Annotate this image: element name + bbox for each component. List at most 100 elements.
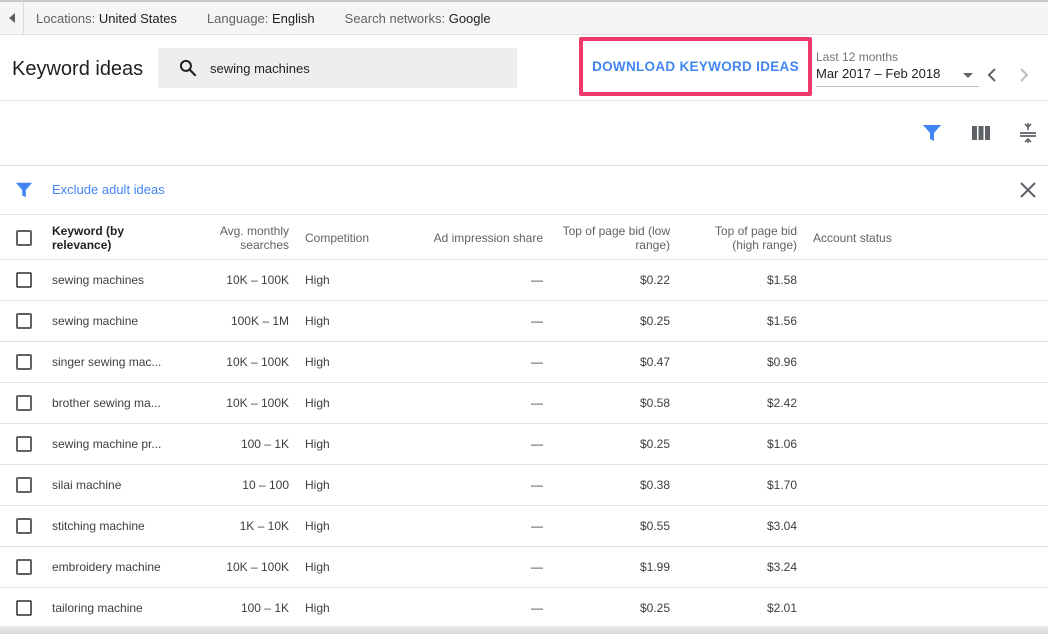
keyword-cell: brother sewing ma... bbox=[52, 396, 161, 410]
competition-cell: High bbox=[305, 519, 330, 533]
row-checkbox[interactable] bbox=[16, 354, 32, 370]
keyword-cell: tailoring machine bbox=[52, 601, 143, 615]
impression-share-cell: — bbox=[531, 560, 543, 574]
col-bid-high[interactable]: Top of page bid (high range) bbox=[700, 224, 797, 252]
table-row[interactable]: singer sewing mac... 10K – 100K High — $0.47… bbox=[0, 342, 1048, 383]
network-setting[interactable]: Search networks: Google bbox=[345, 11, 491, 26]
bid-low-cell: $0.38 bbox=[639, 478, 670, 492]
keyword-cell: sewing machine bbox=[52, 314, 139, 328]
row-checkbox[interactable] bbox=[16, 436, 32, 452]
bid-high-cell: $0.96 bbox=[766, 355, 797, 369]
download-keyword-ideas-button[interactable]: DOWNLOAD KEYWORD IDEAS bbox=[579, 37, 812, 96]
exclude-adult-ideas-link[interactable]: Exclude adult ideas bbox=[52, 182, 165, 197]
bid-high-cell: $1.58 bbox=[766, 273, 797, 287]
close-icon[interactable] bbox=[1019, 181, 1037, 199]
row-checkbox[interactable] bbox=[16, 395, 32, 411]
search-icon bbox=[179, 59, 197, 77]
date-range-label: Last 12 months bbox=[816, 50, 899, 64]
location-label: Locations: bbox=[36, 10, 96, 26]
searches-cell: 100 – 1K bbox=[240, 437, 289, 451]
search-input[interactable] bbox=[210, 48, 500, 88]
select-all-checkbox[interactable] bbox=[16, 230, 32, 246]
bid-high-cell: $1.56 bbox=[766, 314, 797, 328]
row-checkbox[interactable] bbox=[16, 600, 32, 616]
col-account-status[interactable]: Account status bbox=[813, 231, 892, 245]
date-range-select[interactable]: Mar 2017 – Feb 2018 bbox=[816, 66, 979, 87]
col-impression-share[interactable]: Ad impression share bbox=[420, 231, 543, 245]
searches-cell: 10K – 100K bbox=[226, 355, 289, 369]
row-checkbox[interactable] bbox=[16, 272, 32, 288]
chevron-right-icon[interactable] bbox=[1017, 66, 1031, 84]
location-value: United States bbox=[98, 10, 177, 26]
table-row[interactable]: sewing machine 100K – 1M High — $0.25 $1.56 bbox=[0, 301, 1048, 342]
keyword-table-body: sewing machines 10K – 100K High — $0.22 $1.58… bbox=[0, 260, 1048, 629]
bid-high-cell: $1.70 bbox=[766, 478, 797, 492]
searches-cell: 1K – 10K bbox=[239, 519, 289, 533]
bid-high-cell: $2.01 bbox=[766, 601, 797, 615]
table-row[interactable]: embroidery machine 10K – 100K High — $1.99 $3… bbox=[0, 547, 1048, 588]
scroll-shadow bbox=[0, 626, 1048, 634]
impression-share-cell: — bbox=[531, 478, 543, 492]
impression-share-cell: — bbox=[531, 519, 543, 533]
search-box[interactable] bbox=[158, 48, 517, 88]
row-checkbox[interactable] bbox=[16, 518, 32, 534]
dropdown-caret-icon bbox=[963, 73, 973, 78]
keyword-cell: silai machine bbox=[52, 478, 122, 492]
density-icon[interactable] bbox=[1018, 123, 1038, 143]
table-header: Keyword (by relevance) Avg. monthly sear… bbox=[0, 215, 1048, 260]
bid-low-cell: $0.25 bbox=[639, 437, 670, 451]
bid-low-cell: $0.25 bbox=[639, 314, 670, 328]
settings-bar: Locations: United States Language: Engli… bbox=[0, 0, 1048, 35]
columns-icon[interactable] bbox=[971, 123, 991, 143]
searches-cell: 10 – 100 bbox=[242, 478, 289, 492]
competition-cell: High bbox=[305, 396, 330, 410]
page-title: Keyword ideas bbox=[12, 58, 144, 80]
competition-cell: High bbox=[305, 355, 330, 369]
impression-share-cell: — bbox=[531, 437, 543, 451]
table-row[interactable]: sewing machines 10K – 100K High — $0.22 $1.58 bbox=[0, 260, 1048, 301]
filter-icon bbox=[15, 182, 33, 198]
keyword-cell: sewing machines bbox=[52, 273, 145, 287]
row-checkbox[interactable] bbox=[16, 477, 32, 493]
keyword-cell: stitching machine bbox=[52, 519, 145, 533]
competition-cell: High bbox=[305, 314, 330, 328]
collapse-button[interactable] bbox=[0, 1, 24, 35]
col-keyword[interactable]: Keyword (by relevance) bbox=[52, 224, 172, 252]
searches-cell: 10K – 100K bbox=[226, 396, 289, 410]
network-label: Search networks: bbox=[344, 10, 446, 26]
keyword-cell: sewing machine pr... bbox=[52, 437, 162, 451]
language-setting[interactable]: Language: English bbox=[207, 11, 315, 26]
bid-low-cell: $0.55 bbox=[639, 519, 670, 533]
bid-low-cell: $0.58 bbox=[639, 396, 670, 410]
row-checkbox[interactable] bbox=[16, 559, 32, 575]
language-value: English bbox=[272, 10, 315, 26]
competition-cell: High bbox=[305, 478, 330, 492]
bid-low-cell: $0.25 bbox=[639, 601, 670, 615]
network-value: Google bbox=[448, 10, 491, 26]
bid-high-cell: $2.42 bbox=[766, 396, 797, 410]
col-searches[interactable]: Avg. monthly searches bbox=[200, 224, 289, 252]
impression-share-cell: — bbox=[531, 314, 543, 328]
chevron-left-icon[interactable] bbox=[985, 66, 999, 84]
row-checkbox[interactable] bbox=[16, 313, 32, 329]
table-row[interactable]: sewing machine pr... 100 – 1K High — $0.25 $1… bbox=[0, 424, 1048, 465]
searches-cell: 10K – 100K bbox=[226, 560, 289, 574]
filter-icon[interactable] bbox=[922, 123, 942, 143]
col-competition[interactable]: Competition bbox=[305, 231, 369, 245]
bid-low-cell: $0.47 bbox=[639, 355, 670, 369]
table-row[interactable]: stitching machine 1K – 10K High — $0.55 $3.04 bbox=[0, 506, 1048, 547]
competition-cell: High bbox=[305, 560, 330, 574]
bid-high-cell: $3.24 bbox=[766, 560, 797, 574]
impression-share-cell: — bbox=[531, 355, 543, 369]
keyword-cell: embroidery machine bbox=[52, 560, 161, 574]
competition-cell: High bbox=[305, 601, 330, 615]
col-bid-low[interactable]: Top of page bid (low range) bbox=[556, 224, 670, 252]
impression-share-cell: — bbox=[531, 396, 543, 410]
table-row[interactable]: silai machine 10 – 100 High — $0.38 $1.70 bbox=[0, 465, 1048, 506]
table-row[interactable]: brother sewing ma... 10K – 100K High — $0.58… bbox=[0, 383, 1048, 424]
bid-high-cell: $3.04 bbox=[766, 519, 797, 533]
table-row[interactable]: tailoring machine 100 – 1K High — $0.25 $2.01 bbox=[0, 588, 1048, 629]
searches-cell: 100K – 1M bbox=[230, 314, 289, 328]
location-setting[interactable]: Locations: United States bbox=[36, 11, 177, 26]
impression-share-cell: — bbox=[531, 273, 543, 287]
